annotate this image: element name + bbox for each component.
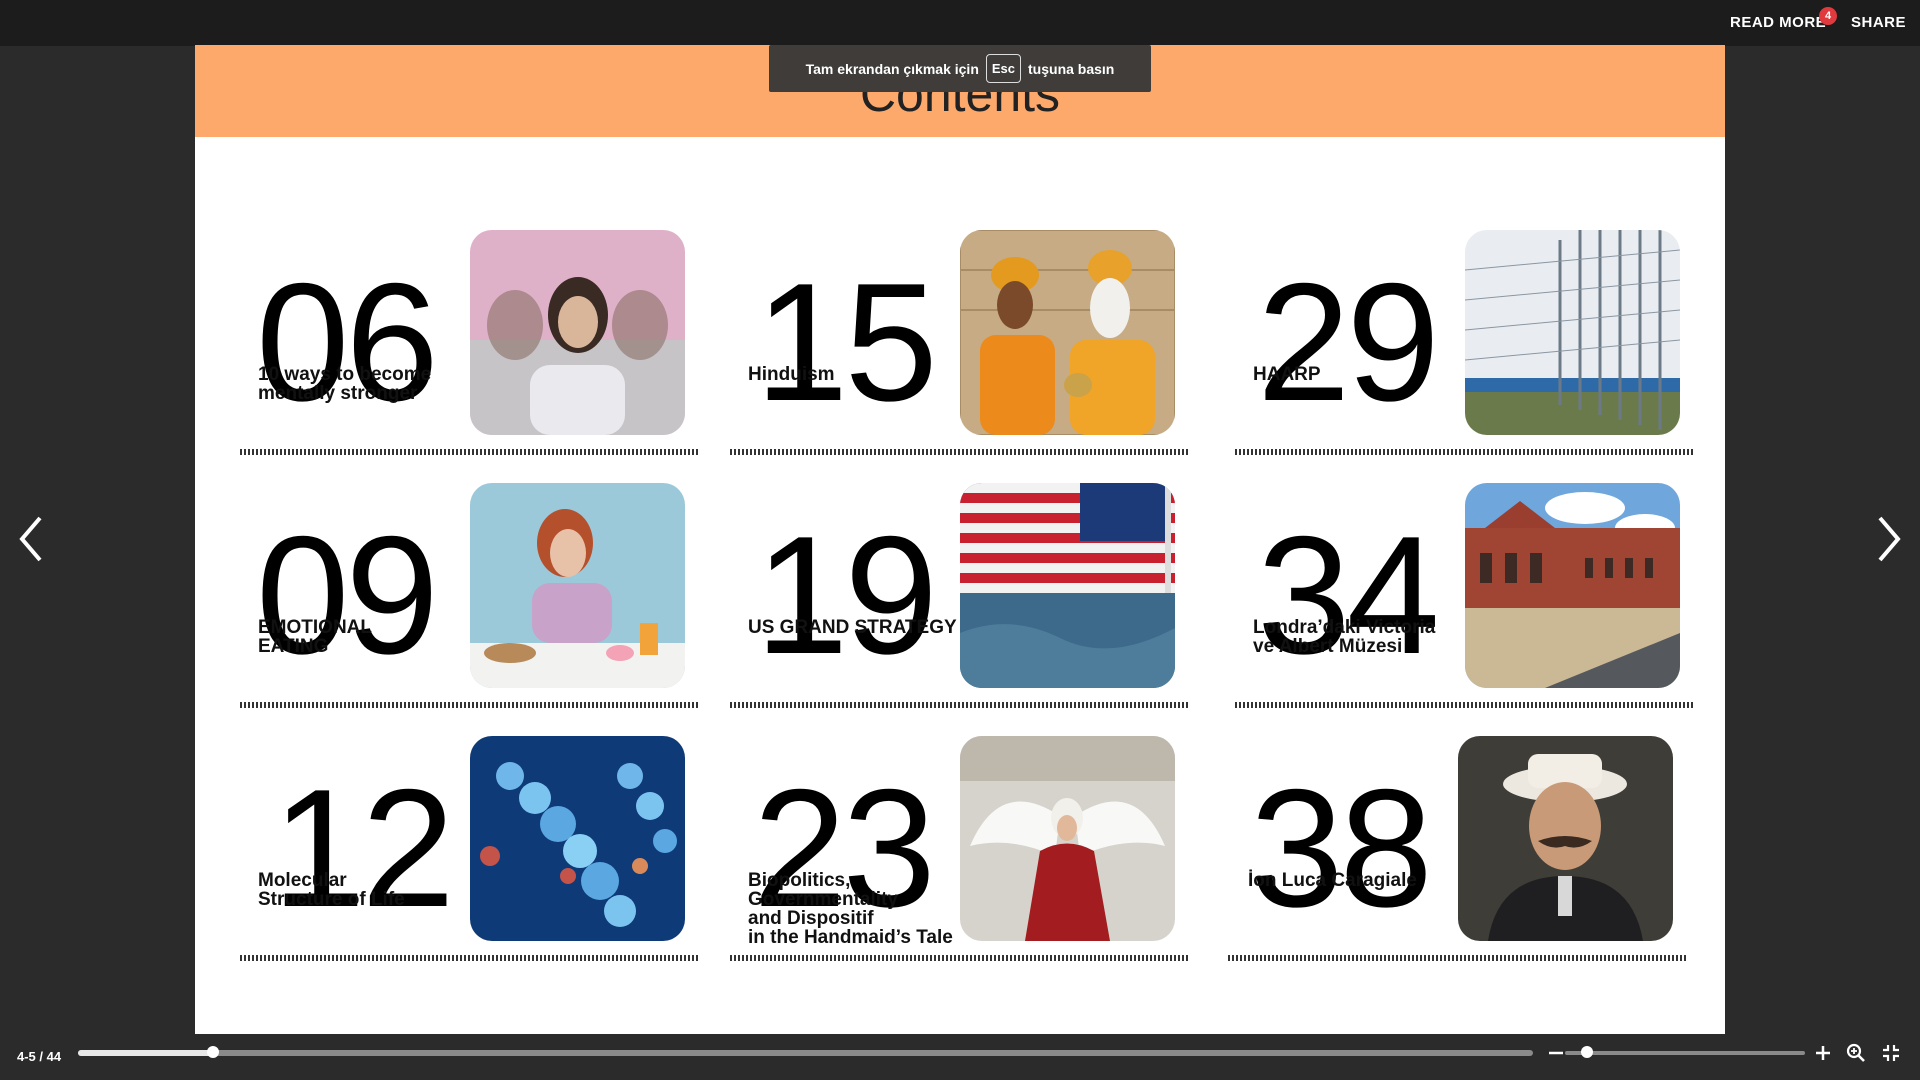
us-flag-photo bbox=[960, 483, 1175, 688]
item-title: HAARP bbox=[1253, 364, 1321, 385]
divider-rule bbox=[240, 449, 700, 455]
handmaid-angel-photo bbox=[960, 736, 1175, 941]
divider-rule bbox=[730, 449, 1190, 455]
minus-icon bbox=[1549, 1051, 1563, 1055]
item-page-number: 19 bbox=[755, 501, 938, 689]
sadhus-photo bbox=[960, 230, 1175, 435]
divider-rule bbox=[1235, 449, 1695, 455]
item-title: Molecular Structure of Life bbox=[258, 870, 405, 910]
divider-rule bbox=[730, 955, 1190, 961]
page-scrubber[interactable] bbox=[78, 1046, 1533, 1058]
bottom-bar: 4-5 / 44 bbox=[0, 1034, 1920, 1080]
fullscreen-exit-toast: Tam ekrandan çıkmak için Esc tuşuna bası… bbox=[769, 45, 1151, 92]
exit-fullscreen-icon bbox=[1883, 1045, 1899, 1061]
divider-rule bbox=[1228, 955, 1688, 961]
contents-item[interactable]: 09 EMOTIONAL EATING bbox=[235, 473, 695, 699]
chevron-right-icon bbox=[1878, 516, 1901, 562]
previous-page-button[interactable] bbox=[12, 512, 52, 566]
exit-fullscreen-button[interactable] bbox=[1880, 1042, 1902, 1064]
plus-icon bbox=[1816, 1046, 1830, 1060]
item-title: Hinduism bbox=[748, 364, 835, 385]
antenna-array-photo bbox=[1465, 230, 1680, 435]
item-title: Londra’daki Victoria ve Albert Müzesi bbox=[1253, 617, 1436, 657]
zoom-slider[interactable] bbox=[1565, 1046, 1805, 1058]
page-indicator: 4-5 / 44 bbox=[17, 1049, 62, 1064]
divider-rule bbox=[730, 702, 1190, 708]
zoom-tool-button[interactable] bbox=[1845, 1042, 1867, 1064]
toast-text-after: tuşuna basın bbox=[1028, 60, 1115, 77]
contents-item[interactable]: 06 10 ways to become mentally stronger bbox=[235, 220, 695, 446]
page-scrubber-progress bbox=[78, 1050, 214, 1056]
contents-item[interactable]: 23 Biopolitics, Governmentality and Disp… bbox=[725, 726, 1185, 966]
chevron-left-icon bbox=[19, 516, 42, 562]
share-button[interactable]: SHARE bbox=[1851, 14, 1906, 31]
item-title: İon Luca Caragiale bbox=[1248, 870, 1417, 891]
top-bar: READ MORE 4 SHARE bbox=[0, 0, 1920, 46]
molecules-photo bbox=[470, 736, 685, 941]
next-page-button[interactable] bbox=[1868, 512, 1908, 566]
item-page-number: 15 bbox=[755, 248, 938, 436]
divider-rule bbox=[240, 702, 700, 708]
portrait-man-photo bbox=[1458, 736, 1673, 941]
divider-rule bbox=[1235, 702, 1695, 708]
contents-item[interactable]: 38 İon Luca Caragiale bbox=[1225, 726, 1685, 952]
read-more-button[interactable]: READ MORE bbox=[1730, 14, 1826, 31]
zoom-slider-handle[interactable] bbox=[1580, 1046, 1593, 1058]
read-more-badge: 4 bbox=[1819, 7, 1837, 25]
contents-item[interactable]: 15 Hinduism bbox=[725, 220, 1185, 446]
contents-item[interactable]: 19 US GRAND STRATEGY bbox=[725, 473, 1185, 699]
item-title: US GRAND STRATEGY bbox=[748, 617, 957, 638]
magnifier-zoom-icon bbox=[1846, 1043, 1865, 1062]
woman-stressed-photo bbox=[470, 230, 685, 435]
museum-photo bbox=[1465, 483, 1680, 688]
contents-item[interactable]: 29 HAARP bbox=[1230, 220, 1690, 446]
esc-key-hint: Esc bbox=[985, 54, 1022, 83]
magazine-page: Contents 06 10 ways to become mentally s… bbox=[195, 45, 1725, 1035]
item-page-number: 29 bbox=[1257, 248, 1440, 436]
zoom-in-button[interactable] bbox=[1812, 1042, 1834, 1064]
item-title: EMOTIONAL EATING bbox=[258, 617, 372, 657]
item-title: 10 ways to become mentally stronger bbox=[258, 364, 432, 404]
contents-item[interactable]: 12 Molecular Structure of Life bbox=[235, 726, 695, 952]
woman-eating-photo bbox=[470, 483, 685, 688]
zoom-out-button[interactable] bbox=[1545, 1042, 1567, 1064]
toast-text-before: Tam ekrandan çıkmak için bbox=[805, 60, 979, 77]
contents-item[interactable]: 34 Londra’daki Victoria ve Albert Müzesi bbox=[1230, 473, 1690, 699]
item-page-number: 38 bbox=[1250, 754, 1433, 942]
item-title: Biopolitics, Governmentality and Disposi… bbox=[748, 870, 953, 948]
divider-rule bbox=[240, 955, 700, 961]
